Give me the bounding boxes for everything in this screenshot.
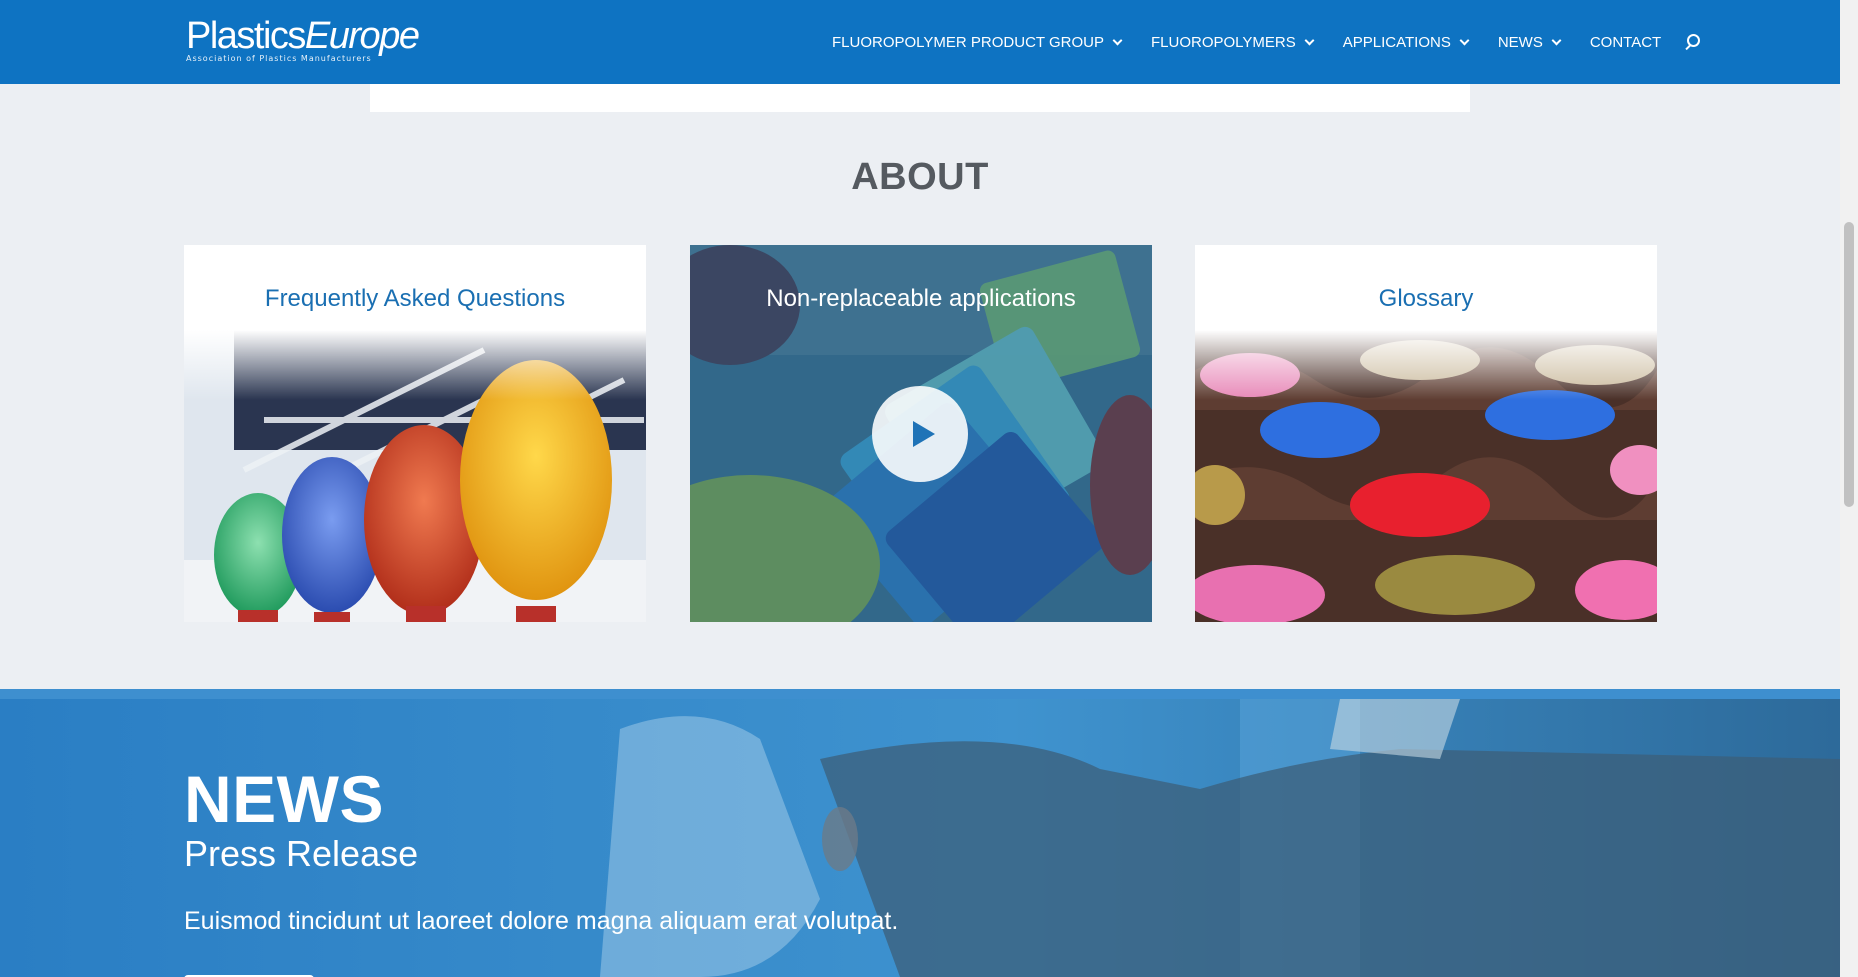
site-logo[interactable]: PlasticsEurope Association of Plastics M… bbox=[186, 15, 420, 63]
nav-item-contact[interactable]: CONTACT bbox=[1590, 0, 1661, 84]
page-scrollbar[interactable] bbox=[1840, 0, 1858, 977]
chevron-down-icon bbox=[1304, 35, 1315, 45]
glossary-card[interactable]: Glossary bbox=[1195, 245, 1657, 622]
news-heading: NEWS bbox=[184, 762, 384, 836]
chevron-down-icon bbox=[1112, 35, 1123, 45]
faq-card-title[interactable]: Frequently Asked Questions bbox=[184, 285, 646, 313]
scrollbar-thumb[interactable] bbox=[1844, 222, 1854, 507]
news-section: NEWS Press Release Euismod tincidunt ut … bbox=[0, 689, 1840, 977]
logo-wordmark: PlasticsEurope bbox=[186, 15, 420, 57]
faq-card[interactable]: Frequently Asked Questions bbox=[184, 245, 646, 622]
nav-item-fluoropolymer-product-group[interactable]: FLUOROPOLYMER PRODUCT GROUP bbox=[832, 0, 1123, 84]
chevron-down-icon bbox=[1459, 35, 1470, 45]
news-subtitle: Press Release bbox=[184, 833, 419, 874]
nav-item-applications[interactable]: APPLICATIONS bbox=[1343, 0, 1470, 84]
non-replaceable-card[interactable]: Non-replaceable applications bbox=[690, 245, 1152, 622]
play-video-button[interactable] bbox=[872, 386, 968, 482]
play-icon bbox=[913, 421, 935, 447]
about-heading: ABOUT bbox=[851, 156, 989, 198]
nav-item-fluoropolymers[interactable]: FLUOROPOLYMERS bbox=[1151, 0, 1315, 84]
non-replaceable-card-title[interactable]: Non-replaceable applications bbox=[690, 285, 1152, 313]
chevron-down-icon bbox=[1551, 35, 1562, 45]
search-icon[interactable] bbox=[1683, 32, 1703, 52]
glossary-card-title[interactable]: Glossary bbox=[1195, 285, 1657, 313]
logo-tagline: Association of Plastics Manufacturers bbox=[186, 54, 372, 63]
main-nav: FLUOROPOLYMER PRODUCT GROUP FLUOROPOLYME… bbox=[832, 0, 1840, 84]
site-header: PlasticsEurope Association of Plastics M… bbox=[0, 0, 1840, 84]
news-text: Euismod tincidunt ut laoreet dolore magn… bbox=[184, 907, 899, 935]
content-card-bottom bbox=[370, 84, 1470, 112]
nav-item-news[interactable]: NEWS bbox=[1498, 0, 1562, 84]
